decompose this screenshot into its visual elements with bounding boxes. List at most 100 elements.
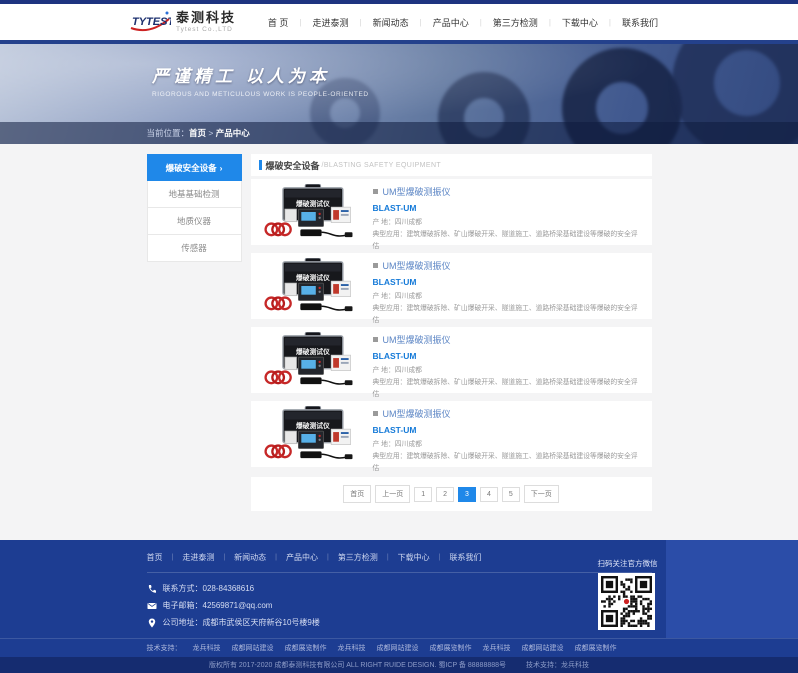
breadcrumb-separator: > (206, 128, 216, 138)
nav-item-about[interactable]: 走进泰测 (302, 16, 360, 29)
product-origin: 产 地：四川成都 (373, 217, 642, 229)
pagination-first[interactable]: 首页 (343, 485, 371, 503)
case-label: 爆破测试仪 (296, 421, 330, 430)
support-link[interactable]: 成都展览制作 (285, 643, 327, 653)
footer-accent-panel (666, 540, 798, 638)
footer-nav-products[interactable]: 产品中心 (277, 552, 327, 563)
site-footer: 首页 | 走进泰测 | 新闻动态 | 产品中心 | 第三方检测 | 下载中心 |… (0, 540, 798, 638)
nav-item-testing[interactable]: 第三方检测 (482, 16, 549, 29)
pagination-page-4[interactable]: 4 (480, 487, 498, 502)
product-info: UM型爆破测振仪 BLAST-UM 产 地：四川成都 典型应用：建筑爆破拆除、矿… (359, 258, 642, 314)
svg-text:TYTEST: TYTEST (132, 16, 171, 28)
support-link[interactable]: 成都展览制作 (430, 643, 472, 653)
product-image: 爆破测试仪 (261, 406, 359, 462)
product-info: UM型爆破测振仪 BLAST-UM 产 地：四川成都 典型应用：建筑爆破拆除、矿… (359, 184, 642, 240)
sidebar-item-label: 传感器 (181, 242, 207, 254)
nav-item-download[interactable]: 下载中心 (551, 16, 609, 29)
contact-email-row: 电子邮箱：42569871@qq.com (147, 600, 652, 611)
pagination-page-2[interactable]: 2 (436, 487, 454, 502)
product-origin: 产 地：四川成都 (373, 365, 642, 377)
support-link[interactable]: 成都展览制作 (575, 643, 617, 653)
logo[interactable]: TYTEST 泰测科技 Tytest Co.,LTD (129, 9, 236, 35)
product-model: BLAST-UM (373, 425, 642, 435)
mail-icon (147, 601, 157, 611)
section-subtitle: /BLASTING SAFETY EQUIPMENT (322, 162, 442, 169)
support-label: 技术支持： (147, 643, 182, 653)
footer-nav-news[interactable]: 新闻动态 (225, 552, 275, 563)
sidebar-item-geology-instruments[interactable]: 地质仪器 (147, 208, 242, 235)
product-card[interactable]: 爆破测试仪 UM型爆破测振仪 BLAST-UM 产 地：四川成都 (251, 253, 652, 319)
product-origin: 产 地：四川成都 (373, 291, 642, 303)
support-link[interactable]: 龙兵科技 (193, 643, 221, 653)
footer-contact: 联系方式：028-84368616 电子邮箱：42569871@qq.com 公… (147, 583, 652, 628)
phone-icon (147, 584, 157, 594)
bullet-icon (373, 263, 378, 268)
product-image: 爆破测试仪 (261, 258, 359, 314)
hero-banner: 严谨精工 以人为本 RIGOROUS AND METICULOUS WORK I… (0, 44, 798, 144)
hero-text: 严谨精工 以人为本 RIGOROUS AND METICULOUS WORK I… (152, 62, 369, 98)
nav-item-news[interactable]: 新闻动态 (362, 16, 420, 29)
product-visual: 爆破测试仪 (261, 258, 359, 314)
pagination-page-1[interactable]: 1 (414, 487, 432, 502)
brand-subtitle: Tytest Co.,LTD (176, 26, 236, 33)
support-link[interactable]: 成都网站建设 (522, 643, 564, 653)
footer-support-bar: 技术支持： 龙兵科技 成都网站建设 成都展览制作 龙兵科技 成都网站建设 成都展… (0, 638, 798, 657)
pagination-prev[interactable]: 上一页 (375, 485, 410, 503)
support-link[interactable]: 成都网站建设 (232, 643, 274, 653)
breadcrumb-prefix: 当前位置： (147, 128, 190, 138)
product-application: 典型应用：建筑爆破拆除、矿山爆破开采、隧道施工、道路桥梁基础建设等爆破的安全评估 (373, 377, 642, 401)
sidebar-item-blasting-equipment[interactable]: 爆破安全设备 › (147, 154, 242, 181)
breadcrumb-home-link[interactable]: 首页 (189, 128, 206, 138)
sidebar-item-label: 地质仪器 (177, 215, 211, 227)
chevron-right-icon: › (220, 163, 223, 173)
main-nav: 首 页 | 走进泰测 | 新闻动态 | 产品中心 | 第三方检测 | 下载中心 … (257, 16, 669, 29)
product-visual: 爆破测试仪 (261, 332, 359, 388)
pagination-page-5[interactable]: 5 (502, 487, 520, 502)
qr-code (598, 573, 655, 630)
site-header: TYTEST 泰测科技 Tytest Co.,LTD 首 页 | 走进泰测 | … (0, 4, 798, 40)
sidebar-item-foundation-testing[interactable]: 地基基础检测 (147, 181, 242, 208)
hero-title: 严谨精工 以人为本 (152, 62, 369, 87)
location-pin-icon (147, 618, 157, 628)
case-label: 爆破测试仪 (296, 199, 330, 208)
product-card[interactable]: 爆破测试仪 UM型爆破测振仪 BLAST-UM 产 地：四川成都 (251, 327, 652, 393)
product-list-panel: 爆破安全设备 /BLASTING SAFETY EQUIPMENT 爆破测试仪 (251, 154, 652, 511)
nav-item-contact[interactable]: 联系我们 (611, 16, 669, 29)
product-image: 爆破测试仪 (261, 184, 359, 240)
copyright-bar: 版权所有 2017-2020 成都泰测科技有限公司 ALL RIGHT RUID… (0, 657, 798, 673)
product-title[interactable]: UM型爆破测振仪 (383, 259, 451, 272)
contact-address-row: 公司地址：成都市武侯区天府新谷10号楼9楼 (147, 617, 652, 628)
footer-nav-download[interactable]: 下载中心 (389, 552, 439, 563)
product-card[interactable]: 爆破测试仪 UM型爆破测振仪 BLAST-UM 产 地：四川成都 (251, 179, 652, 245)
sidebar-item-label: 地基基础检测 (168, 188, 219, 200)
product-info: UM型爆破测振仪 BLAST-UM 产 地：四川成都 典型应用：建筑爆破拆除、矿… (359, 406, 642, 462)
product-image: 爆破测试仪 (261, 332, 359, 388)
brand-name: 泰测科技 (176, 11, 236, 25)
pagination: 首页 上一页 1 2 3 4 5 下一页 (251, 477, 652, 511)
pagination-page-3-active[interactable]: 3 (458, 487, 476, 502)
contact-address: 公司地址：成都市武侯区天府新谷10号楼9楼 (163, 617, 320, 628)
nav-item-products[interactable]: 产品中心 (422, 16, 480, 29)
bullet-icon (373, 337, 378, 342)
product-title[interactable]: UM型爆破测振仪 (383, 185, 451, 198)
product-title[interactable]: UM型爆破测振仪 (383, 333, 451, 346)
product-title[interactable]: UM型爆破测振仪 (383, 407, 451, 420)
footer-nav-home[interactable]: 首页 (147, 552, 172, 563)
product-meta: 产 地：四川成都 典型应用：建筑爆破拆除、矿山爆破开采、隧道施工、道路桥梁基础建… (373, 291, 642, 327)
sidebar-item-sensors[interactable]: 传感器 (147, 235, 242, 262)
support-link[interactable]: 成都网站建设 (377, 643, 419, 653)
footer-nav-about[interactable]: 走进泰测 (173, 552, 223, 563)
nav-item-home[interactable]: 首 页 (257, 16, 300, 29)
product-model: BLAST-UM (373, 277, 642, 287)
pagination-next[interactable]: 下一页 (524, 485, 559, 503)
product-model: BLAST-UM (373, 203, 642, 213)
footer-nav-testing[interactable]: 第三方检测 (329, 552, 387, 563)
contact-phone: 联系方式：028-84368616 (163, 583, 255, 594)
support-link[interactable]: 龙兵科技 (338, 643, 366, 653)
product-card[interactable]: 爆破测试仪 UM型爆破测振仪 BLAST-UM 产 地：四川成都 (251, 401, 652, 467)
footer-nav-contact[interactable]: 联系我们 (440, 552, 490, 563)
copyright-text: 版权所有 2017-2020 成都泰测科技有限公司 ALL RIGHT RUID… (209, 660, 506, 670)
section-title: 爆破安全设备 (266, 159, 320, 172)
support-link[interactable]: 龙兵科技 (483, 643, 511, 653)
content-area: 爆破安全设备 › 地基基础检测 地质仪器 传感器 爆破安全设备 /BLASTIN… (0, 144, 798, 540)
